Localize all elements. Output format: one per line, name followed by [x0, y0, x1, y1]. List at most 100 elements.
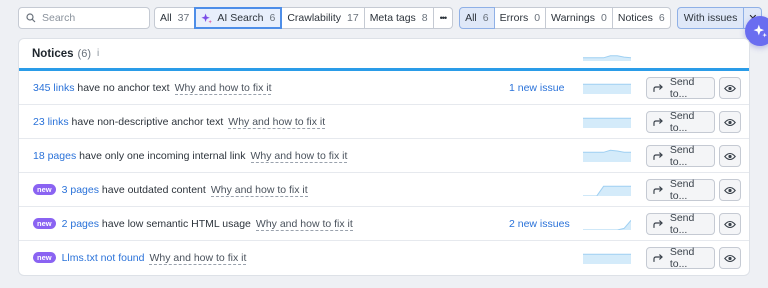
type-filter-warnings[interactable]: Warnings 0 [546, 7, 613, 29]
type-filter-errors-count: 0 [534, 12, 541, 24]
issue-row: 345 links have no anchor text Why and how… [19, 71, 749, 105]
fix-help-link[interactable]: Why and how to fix it [174, 81, 272, 95]
new-issues-link[interactable]: 1 new issue [509, 82, 564, 94]
hide-toggle-button[interactable] [719, 179, 741, 201]
issue-text: 23 links have non-descriptive anchor tex… [33, 115, 326, 129]
eye-icon [724, 84, 736, 92]
filter-crawlability-count: 17 [347, 12, 359, 24]
send-to-button[interactable]: Send to... [646, 144, 715, 168]
issue-trend-sparkline [583, 83, 631, 94]
send-to-button[interactable]: Send to... [646, 76, 715, 100]
type-filter-all[interactable]: All 6 [459, 7, 495, 29]
filter-ai-search[interactable]: AI Search 6 [194, 7, 283, 29]
eye-icon [724, 152, 736, 160]
issue-trend-sparkline [583, 149, 631, 162]
issue-row: new Llms.txt not found Why and how to fix … [19, 241, 749, 275]
issue-count-link[interactable]: Llms.txt not found [62, 252, 145, 264]
sparkline-area [583, 118, 631, 128]
send-to-label: Send to... [669, 110, 695, 134]
header-trend-sparkline [583, 55, 631, 61]
eye-icon [724, 118, 736, 126]
fix-help-link[interactable]: Why and how to fix it [149, 252, 247, 265]
search-box[interactable] [18, 7, 150, 29]
fix-help-link[interactable]: Why and how to fix it [228, 115, 326, 129]
filter-all[interactable]: All 37 [154, 7, 196, 29]
type-filter-group: All 6 Errors 0 Warnings 0 Notices 6 [459, 7, 671, 29]
filter-all-count: 37 [177, 12, 190, 24]
filter-meta-tags[interactable]: Meta tags 8 [364, 7, 434, 29]
search-input[interactable] [42, 12, 142, 24]
type-filter-all-count: 6 [482, 12, 489, 24]
issue-text: new Llms.txt not found Why and how to fix … [33, 252, 247, 265]
new-issues-link[interactable]: 2 new issues [509, 218, 570, 230]
more-filters-button[interactable]: ••• [433, 7, 454, 29]
issue-text: 345 links have no anchor text Why and how… [33, 81, 272, 95]
issue-trend-sparkline [583, 185, 631, 196]
info-icon[interactable]: i [97, 48, 99, 59]
send-to-label: Send to... [669, 212, 695, 236]
share-arrow-icon [653, 254, 663, 262]
hide-toggle-button[interactable] [719, 77, 741, 99]
issue-count-link[interactable]: 3 pages [62, 184, 99, 196]
issue-description: have outdated content [98, 183, 206, 196]
issue-row: 18 pages have only one incoming internal… [19, 139, 749, 173]
filter-crawlability-label: Crawlability [287, 12, 341, 24]
type-filter-errors-label: Errors [499, 12, 529, 24]
type-filter-notices[interactable]: Notices 6 [612, 7, 671, 29]
send-to-button[interactable]: Send to... [646, 212, 715, 236]
fix-help-link[interactable]: Why and how to fix it [255, 217, 353, 231]
eye-icon [724, 186, 736, 194]
issue-description: have only one incoming internal link [76, 149, 246, 162]
send-to-label: Send to... [669, 76, 695, 100]
sparkline-area [583, 186, 631, 196]
panel-title: Notices [32, 47, 74, 60]
sparkline-area [583, 84, 631, 94]
hide-toggle-button[interactable] [719, 247, 741, 269]
issue-text: new 2 pages have low semantic HTML usage W… [33, 217, 353, 231]
new-badge: new [33, 252, 56, 263]
filter-meta-tags-label: Meta tags [369, 12, 416, 24]
send-to-label: Send to... [669, 178, 695, 202]
filter-all-label: All [160, 12, 172, 24]
type-filter-warnings-count: 0 [601, 12, 607, 24]
type-filter-notices-label: Notices [617, 12, 653, 24]
share-arrow-icon [653, 152, 663, 160]
send-to-label: Send to... [669, 246, 695, 270]
issue-trend-sparkline [583, 117, 631, 128]
type-filter-errors[interactable]: Errors 0 [494, 7, 547, 29]
share-arrow-icon [653, 84, 663, 92]
filter-ai-search-label: AI Search [217, 12, 264, 24]
issue-count-link[interactable]: 23 links [33, 116, 69, 128]
issue-count-link[interactable]: 18 pages [33, 150, 76, 162]
sparkline-line [583, 219, 631, 230]
send-to-button[interactable]: Send to... [646, 178, 715, 202]
more-icon: ••• [439, 13, 448, 23]
hide-toggle-button[interactable] [719, 111, 741, 133]
type-filter-notices-count: 6 [658, 12, 665, 24]
type-filter-all-label: All [465, 12, 477, 24]
search-icon [26, 13, 36, 23]
send-to-label: Send to... [669, 144, 695, 168]
issue-trend-sparkline [583, 219, 631, 230]
hide-toggle-button[interactable] [719, 145, 741, 167]
issue-row: 23 links have non-descriptive anchor tex… [19, 105, 749, 139]
filter-crawlability[interactable]: Crawlability 17 [282, 7, 365, 29]
issue-count-link[interactable]: 2 pages [62, 218, 99, 230]
issue-list: 345 links have no anchor text Why and how… [19, 71, 749, 275]
filter-meta-tags-count: 8 [421, 12, 428, 24]
issue-count-link[interactable]: 345 links [33, 82, 74, 94]
new-badge: new [33, 183, 56, 195]
issue-description: have low semantic HTML usage [98, 217, 251, 230]
category-filter-group: All 37 AI Search 6 Crawlability 17 Meta … [154, 7, 454, 29]
eye-icon [724, 254, 736, 262]
with-issues-label: With issues [683, 12, 738, 24]
fix-help-link[interactable]: Why and how to fix it [210, 183, 308, 197]
issue-description: have no anchor text [74, 81, 170, 94]
hide-toggle-button[interactable] [719, 213, 741, 235]
fix-help-link[interactable]: Why and how to fix it [250, 149, 348, 163]
send-to-button[interactable]: Send to... [646, 110, 715, 134]
sparkle-icon [201, 12, 213, 24]
send-to-button[interactable]: Send to... [646, 246, 715, 270]
panel-count: (6) [77, 47, 91, 60]
issue-description: have non-descriptive anchor text [68, 115, 224, 128]
